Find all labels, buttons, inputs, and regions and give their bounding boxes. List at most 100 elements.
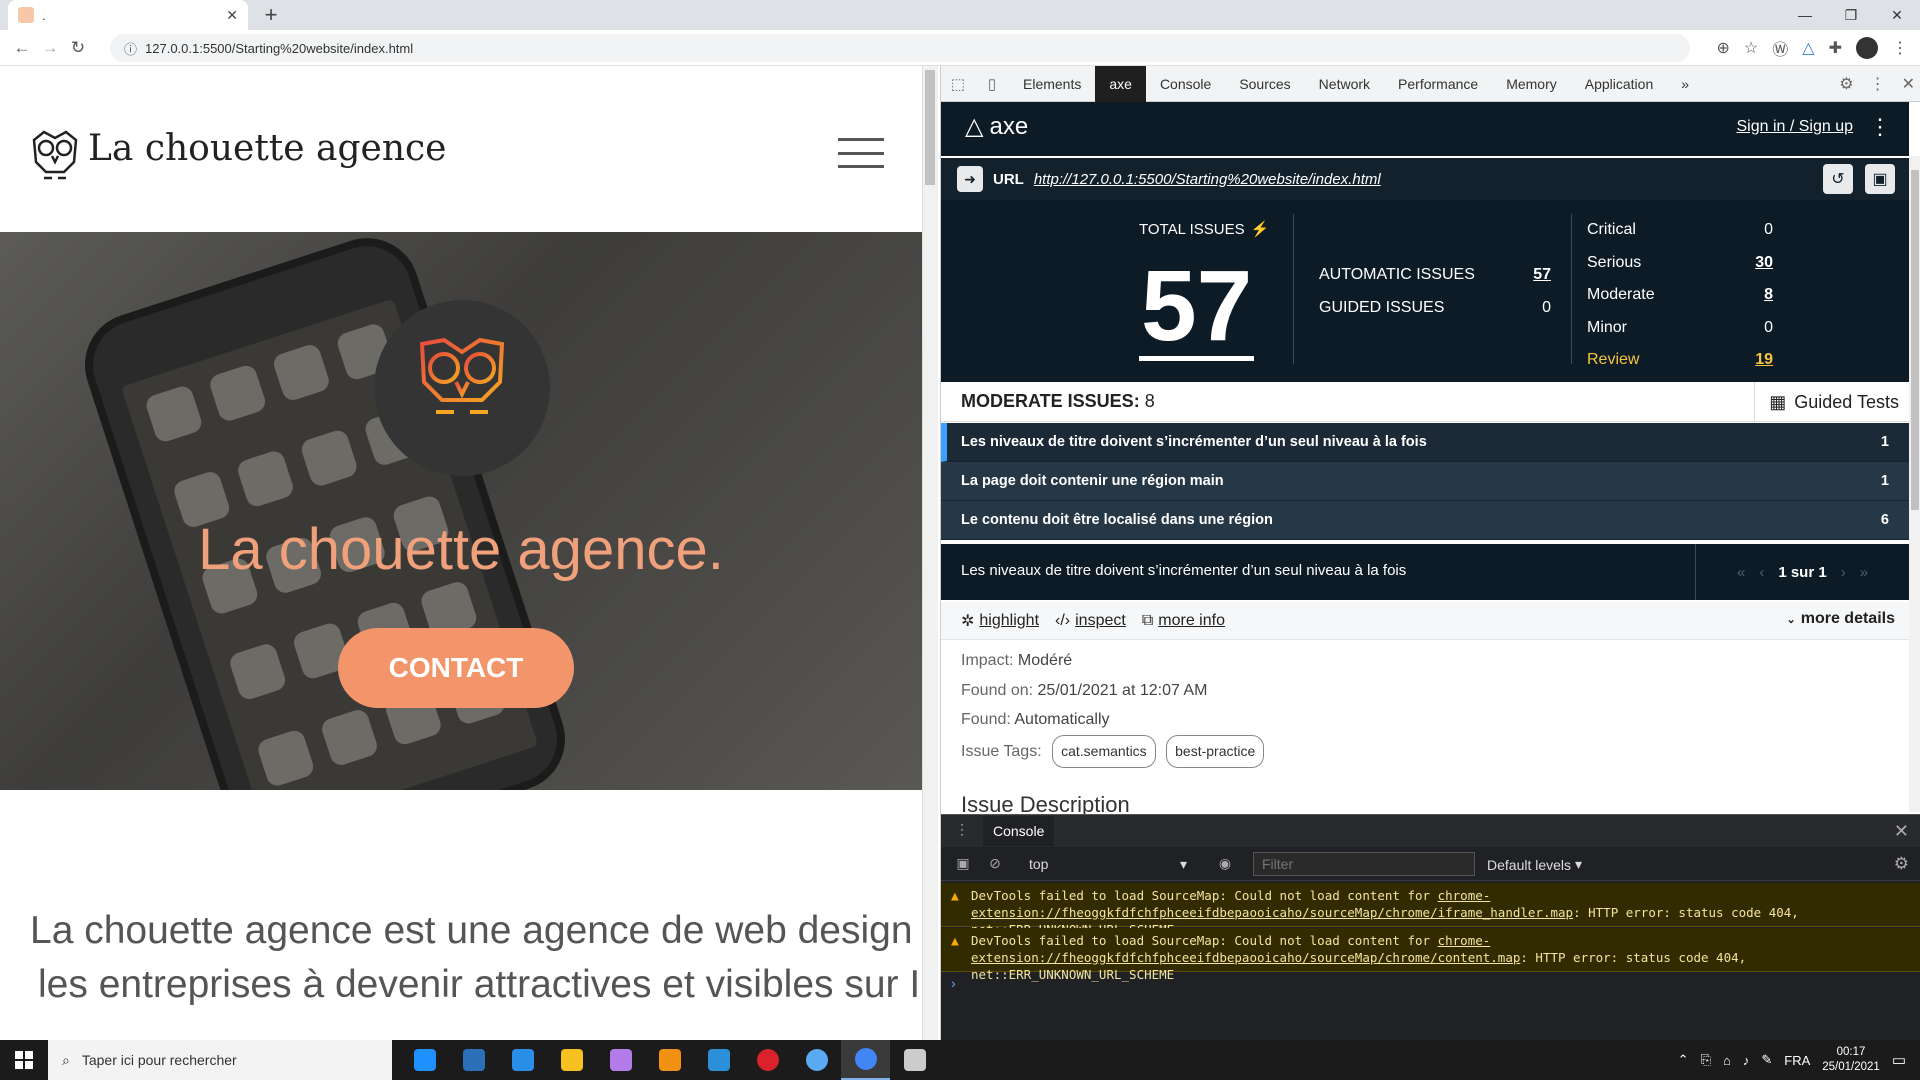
profile-avatar[interactable] [1856,37,1878,59]
notification-icon[interactable]: ▭ [1892,1051,1906,1069]
issue-row[interactable]: Les niveaux de titre doivent s’incrément… [941,423,1909,462]
devices-app-icon[interactable] [890,1040,939,1080]
minimize-button[interactable]: — [1782,7,1828,23]
tab-elements[interactable]: Elements [1009,66,1095,102]
hamburger-menu-icon[interactable] [838,138,884,168]
severity-moderate[interactable]: Moderate 8 [1573,279,1773,312]
close-window-button[interactable]: ✕ [1874,7,1920,24]
axe-extension-icon[interactable]: △ [1802,38,1814,58]
paint-app-icon[interactable] [596,1040,645,1080]
first-page-icon[interactable]: « [1737,564,1745,581]
browser-tab[interactable]: . ✕ [8,0,248,30]
tab-console[interactable]: Console [1146,66,1225,102]
issue-row[interactable]: Le contenu doit être localisé dans une r… [941,501,1909,540]
close-drawer-icon[interactable]: ✕ [1894,821,1909,842]
puzzle-extensions-icon[interactable]: ✚ [1829,38,1842,58]
console-filter-input[interactable] [1253,852,1475,876]
more-details-toggle[interactable]: ⌄ more details [1787,610,1895,628]
highlight-link[interactable]: ✲ highlight [961,611,1039,631]
vscode-app-icon[interactable] [694,1040,743,1080]
next-page-icon[interactable]: › [1841,564,1846,581]
wamp-app-icon[interactable] [792,1040,841,1080]
close-devtools-icon[interactable]: ✕ [1902,74,1915,94]
inspect-link[interactable]: ‹/› inspect [1055,612,1126,630]
severity-review[interactable]: Review 19 [1573,344,1773,377]
site-brand[interactable]: La chouette agence [88,128,446,169]
tab-memory[interactable]: Memory [1492,66,1571,102]
chevron-up-icon[interactable]: ⌃ [1678,1052,1689,1068]
sidebar-toggle-icon[interactable]: ▣ [953,855,973,872]
language-indicator[interactable]: FRA [1784,1053,1810,1068]
severity-count[interactable]: 30 [1755,254,1773,272]
save-icon[interactable]: ▣ [1865,164,1895,194]
tab-sources[interactable]: Sources [1225,66,1304,102]
wordpress-extension-icon[interactable]: Ⓦ [1772,36,1788,60]
chrome-app-icon[interactable] [841,1040,890,1080]
last-page-icon[interactable]: » [1860,564,1868,581]
devtools-menu-icon[interactable]: ⋮ [1870,74,1886,94]
back-button[interactable]: ← [8,38,36,58]
clear-console-icon[interactable]: ⊘ [985,855,1005,872]
info-icon[interactable]: ⓘ [124,39,137,58]
forward-button[interactable]: → [36,38,64,58]
tab-axe[interactable]: axe [1095,65,1146,102]
bookmark-star-icon[interactable]: ☆ [1744,38,1758,58]
more-info-link[interactable]: ⧉ more info [1142,612,1225,630]
context-selector[interactable]: top ▾ [1029,856,1187,873]
owl-logo-icon[interactable] [28,126,82,184]
contact-button[interactable]: CONTACT [338,628,574,708]
tab-performance[interactable]: Performance [1384,66,1492,102]
eye-icon[interactable]: ◉ [1215,855,1235,872]
rescan-icon[interactable]: ↺ [1823,164,1853,194]
console-prompt[interactable]: › [951,975,956,991]
taskbar-search[interactable]: ⌕ Taper ici pour rechercher [48,1040,392,1080]
total-issues-count[interactable]: 57 [1139,256,1255,361]
meet-now-icon[interactable]: ⎘ [1701,1052,1711,1068]
issue-row[interactable]: La page doit contenir une région main 1 [941,462,1909,501]
new-tab-button[interactable]: + [258,2,284,28]
settings-gear-icon[interactable]: ⚙ [1839,74,1853,94]
clock-time: 00:17 [1836,1046,1866,1058]
zoom-icon[interactable]: ⊕ [1717,38,1730,58]
severity-count[interactable]: 19 [1755,351,1773,369]
start-button[interactable] [0,1040,48,1080]
signin-link[interactable]: Sign in / Sign up [1736,118,1853,136]
pen-icon[interactable]: ✎ [1761,1052,1772,1068]
website-viewport: La chouette agence La chouette agence. C… [0,66,922,1040]
store-app-icon[interactable] [449,1040,498,1080]
axe-scrollbar-thumb[interactable] [1911,170,1919,510]
prev-page-icon[interactable]: ‹ [1759,564,1764,581]
sublime-app-icon[interactable] [645,1040,694,1080]
explorer-app-icon[interactable] [547,1040,596,1080]
device-toolbar-icon[interactable]: ▯ [975,75,1009,93]
mail-app-icon[interactable] [498,1040,547,1080]
tab-application[interactable]: Application [1571,66,1668,102]
calendar-app-icon[interactable] [400,1040,449,1080]
severity-count[interactable]: 8 [1764,286,1773,304]
opera-app-icon[interactable] [743,1040,792,1080]
address-bar[interactable]: ⓘ 127.0.0.1:5500/Starting%20website/inde… [110,34,1690,62]
clock[interactable]: 00:17 25/01/2021 [1822,1045,1880,1075]
page-scrollbar[interactable] [922,66,938,1040]
reload-button[interactable]: ↻ [64,38,92,58]
log-levels-dropdown[interactable]: Default levels ▾ [1487,856,1582,873]
more-tabs-icon[interactable]: » [1667,66,1703,102]
chrome-menu-icon[interactable]: ⋮ [1892,38,1908,58]
automatic-issues-count[interactable]: 57 [1533,266,1551,284]
close-tab-icon[interactable]: ✕ [226,7,238,24]
console-settings-icon[interactable]: ⚙ [1894,854,1909,874]
network-icon[interactable]: ⌂ [1723,1053,1731,1068]
drawer-menu-icon[interactable]: ⋮ [955,821,969,838]
axe-menu-icon[interactable]: ⋮ [1869,114,1891,140]
back-arrow-icon[interactable]: ➜ [957,166,983,192]
drawer-tab-console[interactable]: Console [983,816,1055,846]
volume-icon[interactable]: ♪ [1743,1053,1750,1068]
moderate-issues-title: MODERATE ISSUES: 8 [961,391,1155,412]
inspect-element-icon[interactable]: ⬚ [941,75,975,93]
tab-network[interactable]: Network [1305,66,1384,102]
severity-serious[interactable]: Serious 30 [1573,247,1773,280]
scanned-url-link[interactable]: http://127.0.0.1:5500/Starting%20website… [1034,171,1381,188]
page-scrollbar-thumb[interactable] [925,70,935,185]
guided-tests-button[interactable]: ▦ Guided Tests [1754,382,1909,422]
maximize-button[interactable]: ❐ [1828,7,1874,24]
